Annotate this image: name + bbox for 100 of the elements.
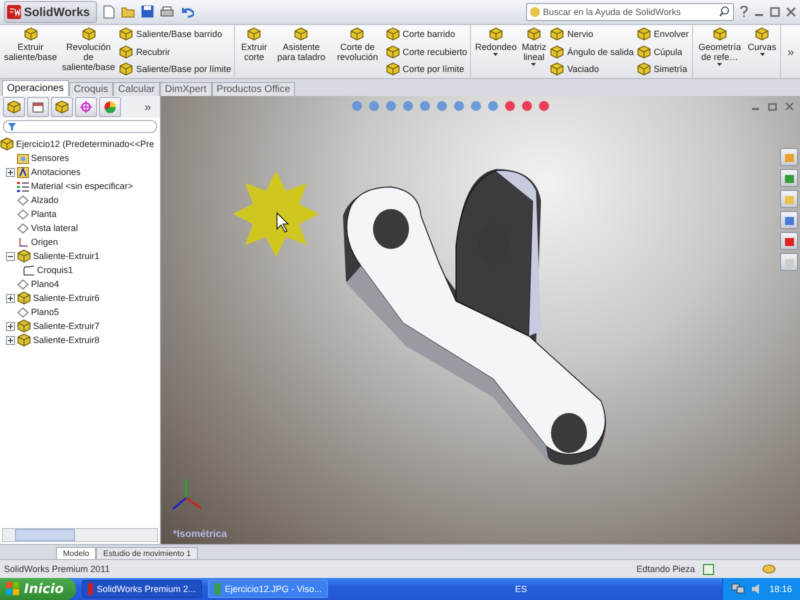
- task-pane-button[interactable]: [780, 211, 798, 230]
- expand-icon[interactable]: [6, 322, 15, 331]
- ribbon-button[interactable]: Nervio: [550, 26, 634, 41]
- network-icon[interactable]: [731, 583, 746, 595]
- tree-item[interactable]: Saliente-Extruir8: [6, 333, 160, 348]
- tree-item[interactable]: Plano5: [6, 305, 160, 320]
- parts-icon: [0, 137, 14, 152]
- tree-item[interactable]: Croquis1: [12, 263, 160, 278]
- close-icon[interactable]: [786, 6, 796, 17]
- tree-item[interactable]: Material <sin especificar>: [6, 179, 160, 194]
- taskbar-button[interactable]: Ejercicio12.JPG - Viso...: [208, 580, 328, 598]
- save-icon[interactable]: [140, 5, 154, 18]
- panel-tab[interactable]: Croquis: [68, 82, 114, 96]
- ribbon-button[interactable]: Cúpula: [636, 44, 689, 59]
- close-icon[interactable]: [785, 102, 794, 112]
- tree-item[interactable]: Alzado: [6, 193, 160, 208]
- extrude-icon: [17, 333, 31, 348]
- tree-item[interactable]: Origen: [6, 235, 160, 250]
- feature-tree-tab[interactable]: [3, 97, 25, 118]
- collapse-icon[interactable]: [6, 252, 15, 261]
- ribbon-button[interactable]: Matriz lineal: [520, 26, 548, 76]
- ribbon-button[interactable]: Envolver: [636, 26, 689, 41]
- dimxpert-tab[interactable]: [75, 97, 97, 118]
- ribbon-button[interactable]: Simetría: [636, 62, 689, 76]
- view-name: *Isométrica: [173, 529, 227, 540]
- cursor-icon: [276, 212, 289, 233]
- plane-icon: [17, 306, 29, 318]
- language-indicator[interactable]: ES: [515, 584, 528, 594]
- ribbon-button[interactable]: Redondeo: [474, 26, 518, 76]
- ribbon-button[interactable]: Corte recubierto: [386, 44, 468, 59]
- ribbon-button[interactable]: Saliente/Base por límite: [119, 62, 232, 76]
- tree-item[interactable]: Sensores: [6, 151, 160, 166]
- extrude-icon: [17, 249, 31, 264]
- task-pane-button[interactable]: [780, 169, 798, 188]
- parts-icon: [7, 100, 21, 114]
- ribbon-button[interactable]: Revolución de saliente/base: [61, 26, 116, 76]
- display-tab[interactable]: [99, 97, 121, 118]
- ribbon-button[interactable]: Ángulo de salida: [550, 44, 634, 59]
- crosshair-icon: [80, 101, 92, 114]
- search-field[interactable]: Buscar en la Ayuda de SolidWorks: [526, 2, 734, 21]
- tree-item[interactable]: Saliente-Extruir1: [6, 249, 160, 264]
- status-text: Edtando Pieza: [636, 564, 695, 574]
- model-tab[interactable]: Estudio de movimiento 1: [96, 547, 198, 560]
- ribbon-button[interactable]: Asistente para taladro: [273, 26, 330, 76]
- plane-icon: [17, 208, 29, 220]
- task-pane-button[interactable]: [780, 148, 798, 166]
- tree-item[interactable]: Saliente-Extruir6: [6, 291, 160, 306]
- horizontal-scrollbar[interactable]: [2, 528, 158, 542]
- material-icon: [17, 180, 29, 192]
- expand-icon[interactable]: [6, 294, 15, 303]
- ribbon-button[interactable]: Corte por límite: [386, 62, 468, 76]
- status-text: SolidWorks Premium 2011: [4, 564, 110, 574]
- printer-icon[interactable]: [160, 6, 174, 18]
- filter-icon: [8, 122, 16, 131]
- ribbon-button[interactable]: Saliente/Base barrido: [119, 26, 232, 41]
- task-pane-button[interactable]: [780, 253, 798, 272]
- open-folder-icon[interactable]: [120, 6, 135, 18]
- ribbon-button[interactable]: Recubrir: [119, 44, 232, 59]
- tree-item[interactable]: Anotaciones: [6, 165, 160, 180]
- properties-icon: [32, 101, 44, 114]
- ribbon-button[interactable]: Corte barrido: [386, 26, 468, 41]
- undo-icon[interactable]: [180, 6, 194, 18]
- configuration-tab[interactable]: [51, 97, 73, 118]
- panel-tab[interactable]: Productos Office: [212, 82, 296, 96]
- ribbon-button[interactable]: Corte de revolución: [332, 26, 383, 76]
- maximize-icon[interactable]: [770, 6, 780, 17]
- new-document-icon[interactable]: [102, 4, 115, 19]
- search-field[interactable]: Buscar en la Ayuda de SolidWorks: [543, 6, 716, 17]
- ribbon-button[interactable]: Geometría de refe…: [696, 26, 744, 76]
- model-tab[interactable]: Modelo: [56, 547, 96, 560]
- restore-icon[interactable]: [768, 102, 777, 112]
- ribbon-button[interactable]: Vaciado: [550, 62, 634, 76]
- task-pane-button[interactable]: [780, 190, 798, 208]
- plane-icon: [17, 278, 29, 290]
- extrude-icon: [17, 291, 31, 306]
- app-logo[interactable]: SolidWorks: [4, 0, 97, 23]
- panel-tab[interactable]: DimXpert: [160, 82, 212, 96]
- tree-item[interactable]: Ejercicio12 (Predeterminado<<Pre: [0, 137, 160, 152]
- task-pane-button[interactable]: [780, 232, 798, 250]
- ribbon-button[interactable]: Extruir saliente/base: [3, 26, 58, 76]
- caret-icon: [531, 62, 536, 66]
- expand-icon[interactable]: [6, 336, 15, 345]
- property-tab[interactable]: [27, 97, 49, 118]
- expand-icon[interactable]: [6, 168, 15, 177]
- panel-tab[interactable]: Operaciones: [2, 80, 69, 96]
- tag-icon[interactable]: [762, 563, 776, 576]
- tree-item[interactable]: Saliente-Extruir7: [6, 319, 160, 334]
- panel-tab[interactable]: Calcular: [113, 82, 160, 96]
- tree-item[interactable]: Plano4: [6, 277, 160, 292]
- caret-icon: [717, 62, 722, 66]
- filter-field[interactable]: [3, 120, 157, 134]
- taskbar-button[interactable]: SolidWorks Premium 2...: [82, 580, 202, 598]
- more-button[interactable]: »: [781, 44, 800, 60]
- tree-item[interactable]: Vista lateral: [6, 221, 160, 236]
- more-button[interactable]: »: [138, 99, 157, 116]
- search-icon[interactable]: [719, 6, 730, 18]
- ribbon-button[interactable]: Extruir corte: [238, 26, 270, 76]
- ribbon-button[interactable]: Curvas: [746, 26, 778, 76]
- start-button[interactable]: Inicio: [0, 578, 76, 600]
- tree-item[interactable]: Planta: [6, 207, 160, 222]
